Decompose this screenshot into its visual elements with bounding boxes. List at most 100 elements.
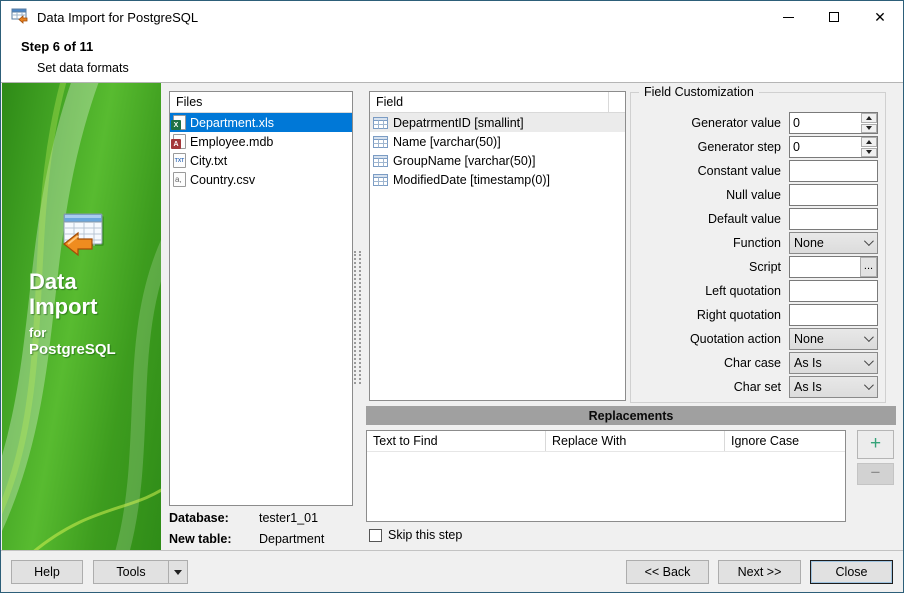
help-button[interactable]: Help (11, 560, 83, 584)
right-quotation-label: Right quotation (631, 308, 781, 322)
char-set-dropdown[interactable]: As Is (789, 376, 878, 398)
script-browse-button[interactable]: ... (860, 257, 877, 277)
char-case-label: Char case (631, 356, 781, 370)
window-title: Data Import for PostgreSQL (37, 10, 198, 25)
field-label: DepatrmentID [smallint] (393, 116, 524, 130)
char-case-dropdown[interactable]: As Is (789, 352, 878, 374)
spin-down-icon[interactable] (861, 148, 877, 158)
database-value: tester1_01 (259, 511, 318, 525)
new-table-label: New table: (169, 532, 259, 546)
new-table-value: Department (259, 532, 324, 546)
quotation-action-dropdown[interactable]: None (789, 328, 878, 350)
close-wizard-button[interactable]: Close (810, 560, 893, 584)
database-label: Database: (169, 511, 259, 525)
field-column-header[interactable]: Field (370, 92, 625, 113)
file-item-country-csv[interactable]: a, Country.csv (170, 170, 352, 189)
file-name: Employee.mdb (190, 135, 273, 149)
brand-line-2: Import (29, 294, 116, 319)
back-button[interactable]: << Back (626, 560, 709, 584)
sidebar-logo-icon (58, 211, 108, 262)
excel-file-icon: X (173, 115, 186, 130)
column-replace-with[interactable]: Replace With (546, 431, 725, 451)
app-icon (11, 8, 29, 27)
footer-bar: Help Tools << Back Next >> Close (1, 550, 903, 592)
minimize-button[interactable] (765, 1, 811, 33)
csv-file-icon: a, (173, 172, 186, 187)
null-value-label: Null value (631, 188, 781, 202)
tools-button[interactable]: Tools (93, 560, 188, 584)
char-set-label: Char set (631, 380, 781, 394)
function-value: None (794, 236, 824, 250)
char-set-value: As Is (794, 380, 822, 394)
step-title: Step 6 of 11 (21, 39, 93, 54)
spin-up-icon[interactable] (861, 113, 877, 123)
field-label: Name [varchar(50)] (393, 135, 501, 149)
skip-step-label: Skip this step (388, 528, 462, 542)
function-dropdown[interactable]: None (789, 232, 878, 254)
file-item-employee-mdb[interactable]: A Employee.mdb (170, 132, 352, 151)
field-icon (373, 117, 388, 129)
char-case-value: As Is (794, 356, 822, 370)
panel-splitter[interactable] (354, 251, 361, 384)
left-quotation-label: Left quotation (631, 284, 781, 298)
null-value-input[interactable] (789, 184, 878, 206)
minimize-icon (783, 17, 794, 18)
quotation-action-label: Quotation action (631, 332, 781, 346)
brand-line-1: Data (29, 269, 116, 294)
column-ignore-case[interactable]: Ignore Case (725, 431, 845, 451)
next-button[interactable]: Next >> (718, 560, 801, 584)
add-replacement-button[interactable]: + (857, 430, 894, 459)
field-customization-group: Field Customization Generator value Gene… (630, 92, 886, 403)
constant-value-input[interactable] (789, 160, 878, 182)
file-name: Country.csv (190, 173, 255, 187)
wizard-window: Data Import for PostgreSQL ✕ Step 6 of 1… (0, 0, 904, 593)
maximize-button[interactable] (811, 1, 857, 33)
skip-step-checkbox[interactable] (369, 529, 382, 542)
default-value-input[interactable] (789, 208, 878, 230)
brand-line-3: for (29, 326, 116, 341)
script-label: Script (631, 260, 781, 274)
spin-up-icon[interactable] (861, 137, 877, 147)
replacements-bar: Replacements (366, 406, 896, 425)
constant-value-label: Constant value (631, 164, 781, 178)
brand-line-4: PostgreSQL (29, 341, 116, 358)
field-item-departmentid[interactable]: DepatrmentID [smallint] (370, 113, 625, 132)
default-value-label: Default value (631, 212, 781, 226)
right-quotation-input[interactable] (789, 304, 878, 326)
spin-down-icon[interactable] (861, 124, 877, 134)
file-name: City.txt (190, 154, 227, 168)
close-icon: ✕ (874, 10, 886, 24)
field-item-groupname[interactable]: GroupName [varchar(50)] (370, 151, 625, 170)
field-panel: Field DepatrmentID [smallint] Name [varc… (369, 91, 626, 401)
files-panel: Files X Department.xls A Employee.mdb TX… (169, 91, 353, 506)
column-text-to-find[interactable]: Text to Find (367, 431, 546, 451)
file-item-department-xls[interactable]: X Department.xls (170, 113, 352, 132)
remove-replacement-button[interactable]: − (857, 463, 894, 485)
field-label: GroupName [varchar(50)] (393, 154, 535, 168)
files-header: Files (170, 92, 352, 113)
replacements-table[interactable]: Text to Find Replace With Ignore Case (366, 430, 846, 522)
step-subtitle: Set data formats (37, 61, 129, 75)
generator-value-label: Generator value (631, 116, 781, 130)
field-label: ModifiedDate [timestamp(0)] (393, 173, 550, 187)
field-icon (373, 174, 388, 186)
left-quotation-input[interactable] (789, 280, 878, 302)
triangle-down-icon (174, 570, 182, 575)
tools-menu-arrow[interactable] (168, 561, 187, 583)
tools-label: Tools (94, 561, 168, 583)
text-file-icon: TXT (173, 153, 186, 168)
file-item-city-txt[interactable]: TXT City.txt (170, 151, 352, 170)
function-label: Function (631, 236, 781, 250)
replacements-title: Replacements (589, 409, 674, 423)
skip-step-row: Skip this step (369, 528, 462, 542)
field-item-modifieddate[interactable]: ModifiedDate [timestamp(0)] (370, 170, 625, 189)
step-header: Step 6 of 11 Set data formats (1, 33, 903, 83)
close-button[interactable]: ✕ (857, 1, 903, 33)
field-item-name[interactable]: Name [varchar(50)] (370, 132, 625, 151)
field-icon (373, 155, 388, 167)
sidebar-banner: Data Import for PostgreSQL (2, 83, 161, 552)
group-title: Field Customization (639, 85, 759, 99)
maximize-icon (829, 12, 839, 22)
generator-step-label: Generator step (631, 140, 781, 154)
field-icon (373, 136, 388, 148)
